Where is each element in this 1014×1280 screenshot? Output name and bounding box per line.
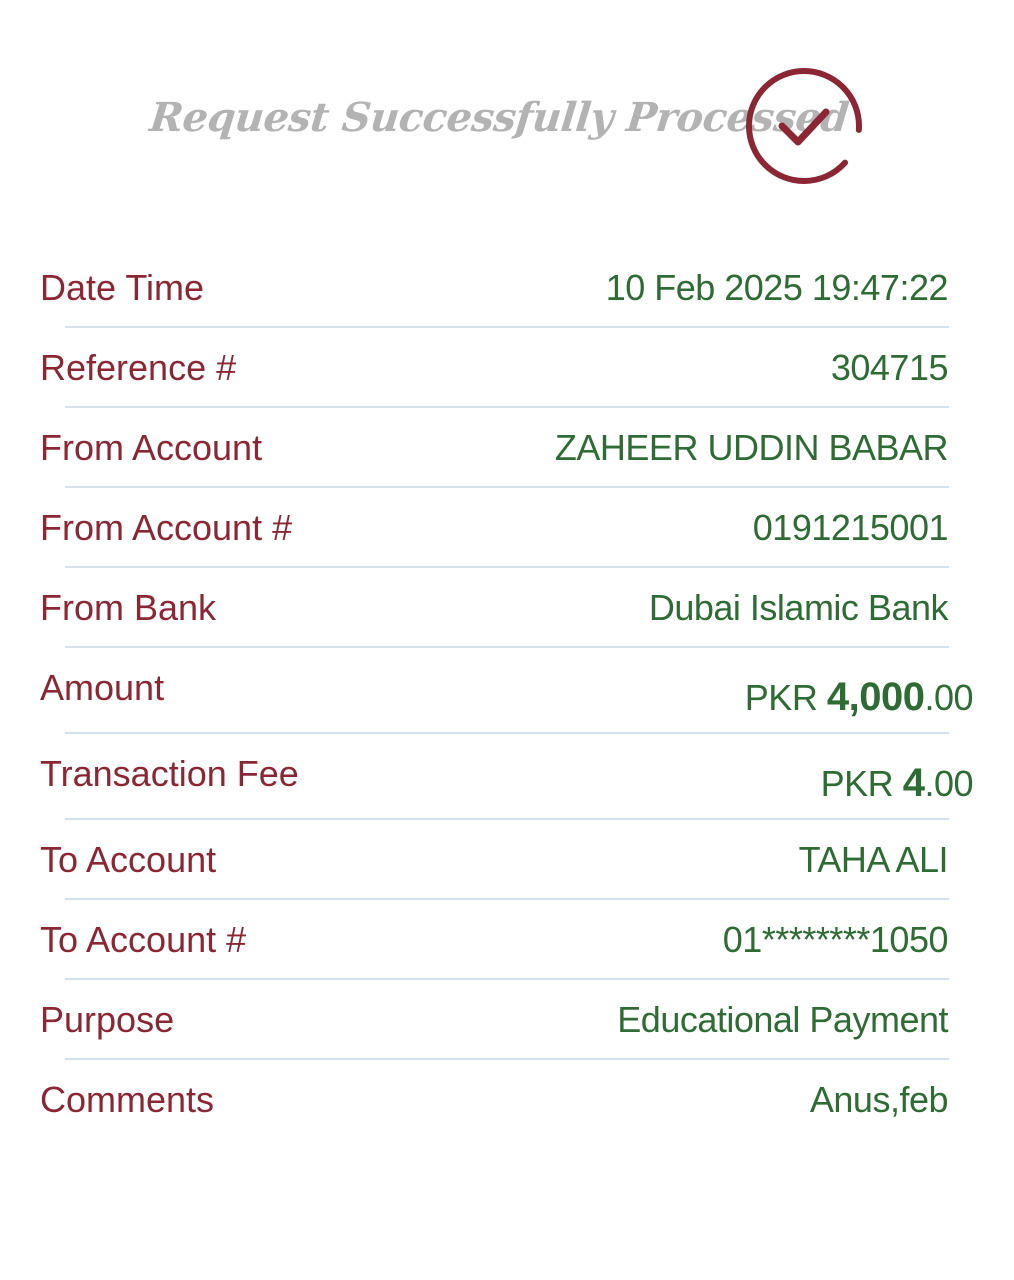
currency-code: PKR <box>744 677 818 718</box>
detail-row-to-account-number: To Account # 01********1050 <box>0 899 1014 980</box>
detail-row-reference: Reference # 304715 <box>0 327 1014 408</box>
detail-label: To Account <box>40 839 217 880</box>
amount-minor: .00 <box>924 677 973 718</box>
currency-code: PKR <box>820 763 894 804</box>
detail-value: TAHA ALI <box>798 839 949 880</box>
detail-label: Amount <box>40 667 165 708</box>
detail-value: ZAHEER UDDIN BABAR <box>554 427 949 468</box>
detail-row-to-account: To Account TAHA ALI <box>0 819 1014 900</box>
detail-label: Date Time <box>40 267 205 308</box>
detail-label: From Account <box>40 427 263 468</box>
transaction-details: Date Time 10 Feb 2025 19:47:22 Reference… <box>0 247 1014 1139</box>
detail-value: 10 Feb 2025 19:47:22 <box>605 267 949 308</box>
detail-label: Purpose <box>40 999 175 1040</box>
detail-value: Dubai Islamic Bank <box>648 587 949 628</box>
detail-value: Anus,feb <box>809 1079 949 1120</box>
detail-value: 0191215001 <box>752 507 949 548</box>
fee-minor: .00 <box>924 763 973 804</box>
detail-value: Educational Payment <box>617 999 948 1040</box>
amount-value: PKR 4,000.00 <box>744 675 974 720</box>
check-circle-icon <box>746 68 862 184</box>
detail-row-from-account-number: From Account # 0191215001 <box>0 487 1014 568</box>
detail-row-from-account: From Account ZAHEER UDDIN BABAR <box>0 407 1014 488</box>
detail-row-from-bank: From Bank Dubai Islamic Bank <box>0 567 1014 648</box>
detail-label: From Bank <box>40 587 217 628</box>
detail-row-comments: Comments Anus,feb <box>0 1059 1014 1139</box>
detail-row-amount: Amount PKR 4,000.00 <box>0 647 1014 734</box>
detail-value: 01********1050 <box>722 919 949 960</box>
fee-major: 4 <box>902 761 925 805</box>
amount-major: 4,000 <box>826 675 925 719</box>
detail-label: Comments <box>40 1079 215 1120</box>
detail-label: Transaction Fee <box>40 753 299 794</box>
receipt-header: Request Successfully Processed <box>0 60 1014 190</box>
detail-row-purpose: Purpose Educational Payment <box>0 979 1014 1060</box>
fee-value: PKR 4.00 <box>820 761 974 806</box>
detail-row-date-time: Date Time 10 Feb 2025 19:47:22 <box>0 247 1014 328</box>
detail-label: Reference # <box>40 347 237 388</box>
detail-label: From Account # <box>40 507 293 548</box>
detail-value: 304715 <box>830 347 949 388</box>
detail-row-transaction-fee: Transaction Fee PKR 4.00 <box>0 733 1014 820</box>
detail-label: To Account # <box>40 919 247 960</box>
